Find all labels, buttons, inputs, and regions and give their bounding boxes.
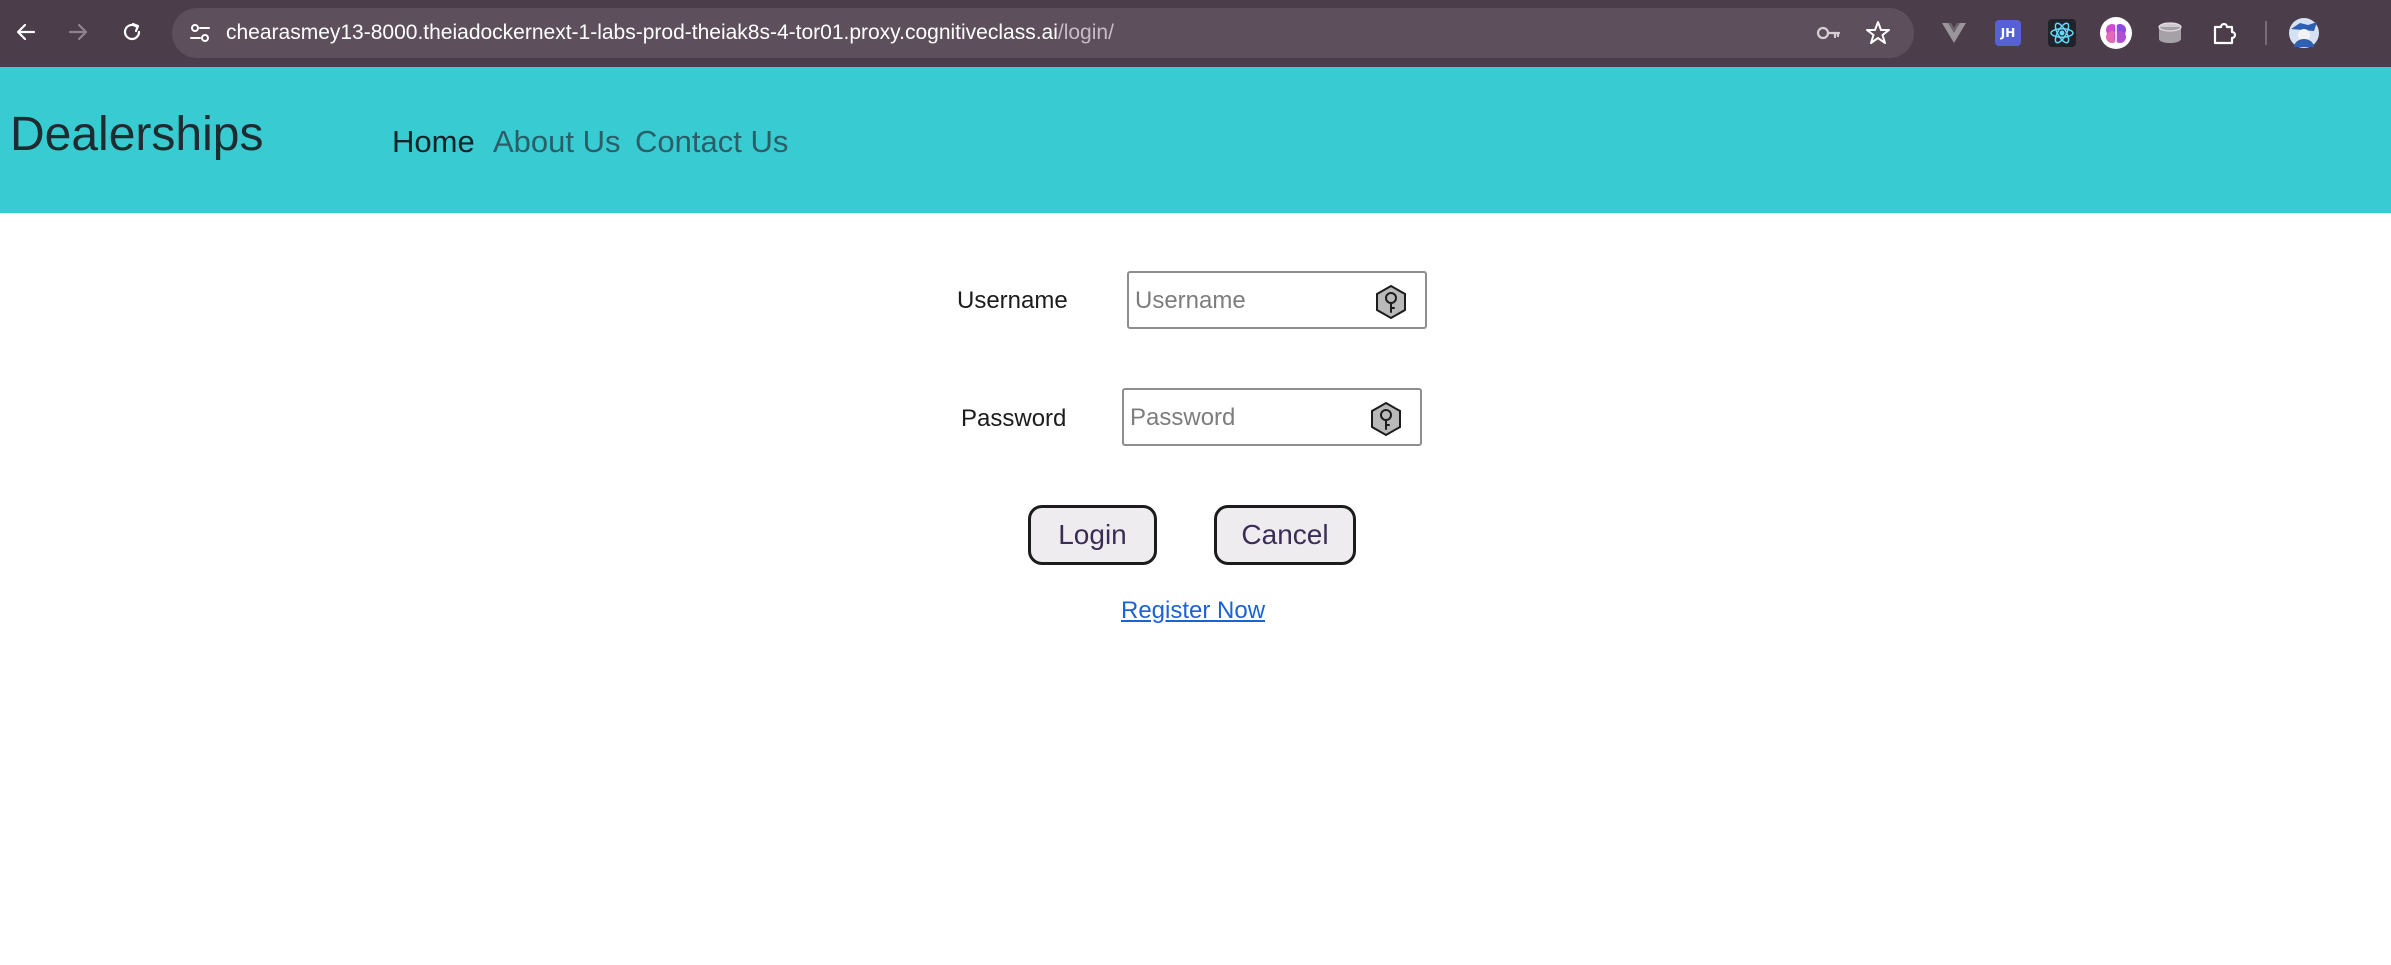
back-icon[interactable] (8, 14, 44, 50)
password-manager-key-icon[interactable] (1373, 284, 1409, 320)
username-label: Username (957, 287, 1068, 314)
forward-icon[interactable] (60, 14, 96, 50)
password-manager-key-icon[interactable] (1368, 401, 1404, 437)
site-navbar: Dealerships Home About Us Contact Us (0, 67, 2391, 213)
brand-title[interactable]: Dealerships (10, 107, 263, 162)
register-now-link[interactable]: Register Now (1121, 597, 1265, 625)
react-devtools-icon[interactable] (2044, 15, 2080, 51)
login-button[interactable]: Login (1028, 505, 1157, 565)
nav-home[interactable]: Home (392, 124, 475, 160)
username-input[interactable] (1133, 273, 1367, 329)
jh-badge-text: JH (1995, 20, 2021, 46)
url-text[interactable]: chearasmey13-8000.theiadockernext-1-labs… (226, 8, 1114, 58)
vue-devtools-icon[interactable] (1936, 15, 1972, 51)
url-host: chearasmey13-8000.theiadockernext-1-labs… (226, 21, 1058, 44)
database-extension-icon[interactable] (2152, 15, 2188, 51)
nav-about-us[interactable]: About Us (493, 124, 621, 160)
brain-extension-icon[interactable] (2098, 15, 2134, 51)
reload-icon[interactable] (114, 14, 150, 50)
password-input[interactable] (1128, 390, 1362, 446)
url-path: /login/ (1057, 21, 1114, 44)
browser-toolbar: chearasmey13-8000.theiadockernext-1-labs… (0, 0, 2391, 67)
address-bar[interactable]: chearasmey13-8000.theiadockernext-1-labs… (172, 8, 1914, 58)
jh-extension-icon[interactable]: JH (1990, 15, 2026, 51)
extensions-puzzle-icon[interactable] (2206, 15, 2242, 51)
profile-avatar-icon[interactable] (2286, 15, 2322, 51)
toolbar-separator (2265, 21, 2267, 45)
password-key-icon[interactable] (1812, 17, 1844, 49)
password-label: Password (961, 405, 1067, 432)
site-info-icon[interactable] (182, 15, 218, 51)
cancel-button[interactable]: Cancel (1214, 505, 1356, 565)
username-field[interactable] (1127, 271, 1427, 329)
nav-contact-us[interactable]: Contact Us (635, 124, 788, 160)
password-field[interactable] (1122, 388, 1422, 446)
bookmark-star-icon[interactable] (1862, 17, 1894, 49)
